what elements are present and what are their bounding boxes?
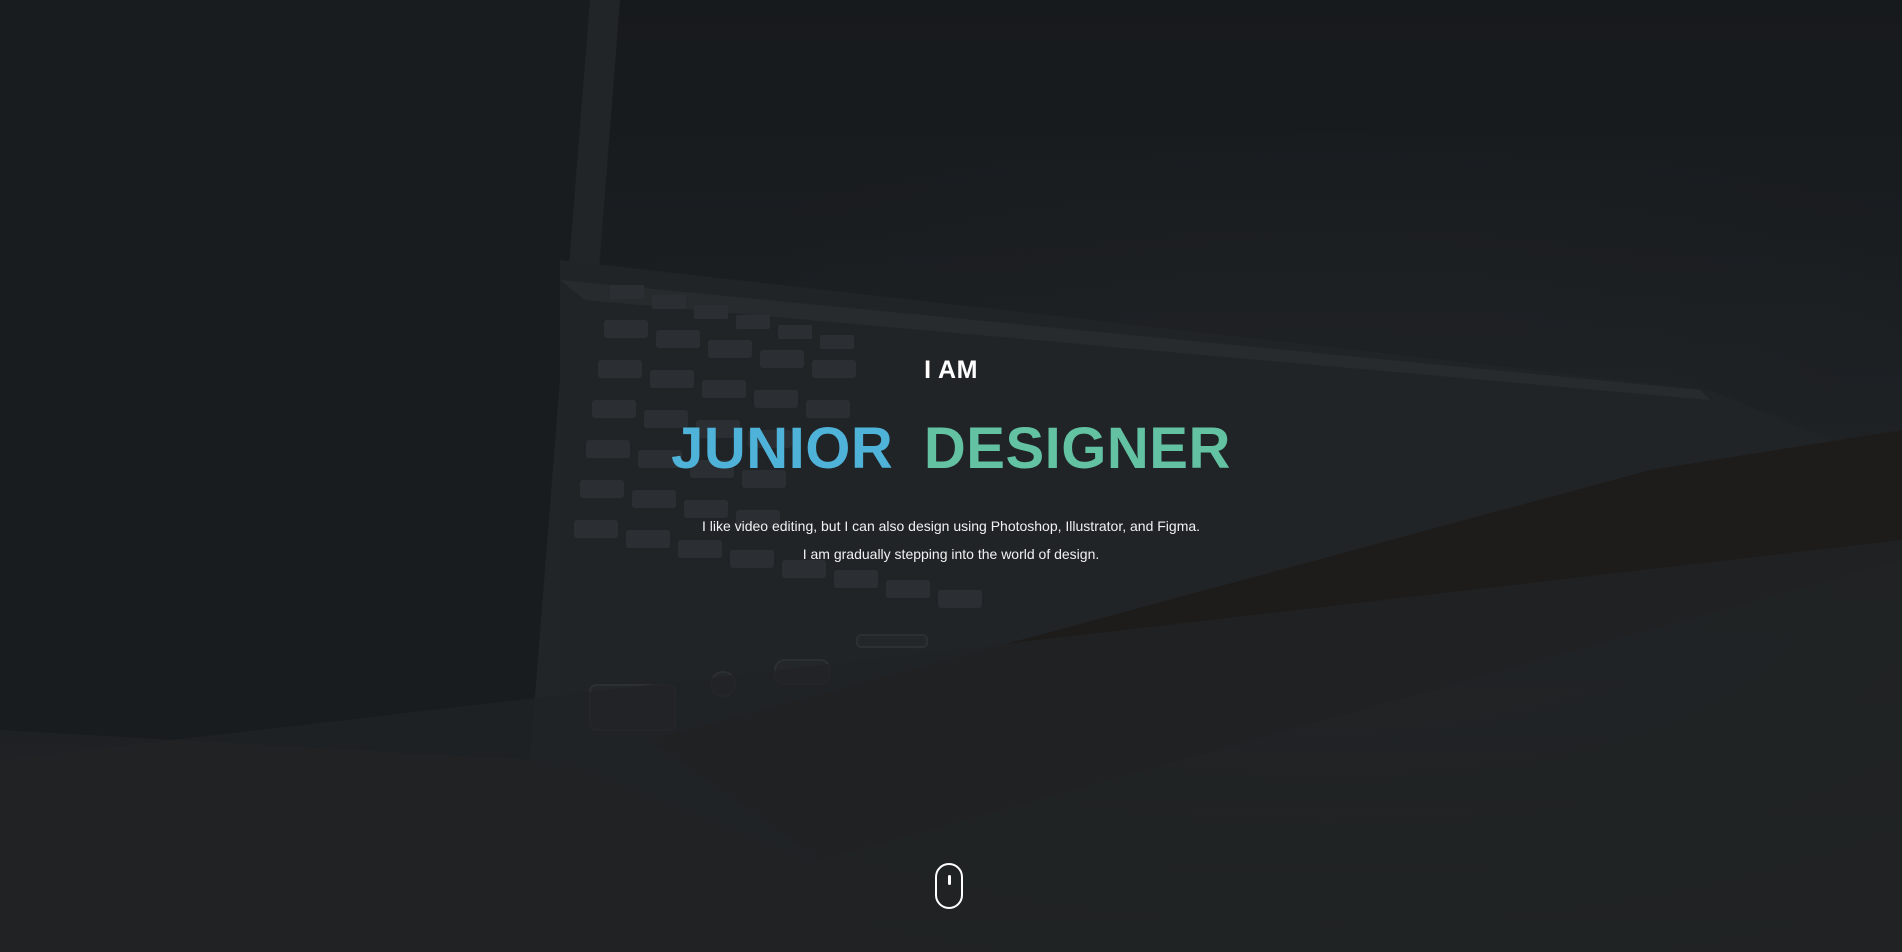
hero-content: I AM JUNIOR DESIGNER I like video editin… <box>0 352 1902 568</box>
hero-description: I like video editing, but I can also des… <box>641 512 1261 568</box>
hero-title: JUNIOR DESIGNER <box>0 414 1902 484</box>
hero-title-word-designer: DESIGNER <box>923 416 1231 481</box>
hero-description-line-1: I like video editing, but I can also des… <box>701 518 1201 534</box>
hero-section: I AM JUNIOR DESIGNER I like video editin… <box>0 0 1902 952</box>
mouse-scroll-wheel-icon <box>948 875 951 885</box>
hero-title-word-junior: JUNIOR <box>671 416 894 481</box>
mouse-scroll-icon[interactable] <box>935 863 963 909</box>
hero-kicker: I AM <box>924 356 978 384</box>
hero-description-line-2: I am gradually stepping into the world o… <box>802 546 1100 562</box>
